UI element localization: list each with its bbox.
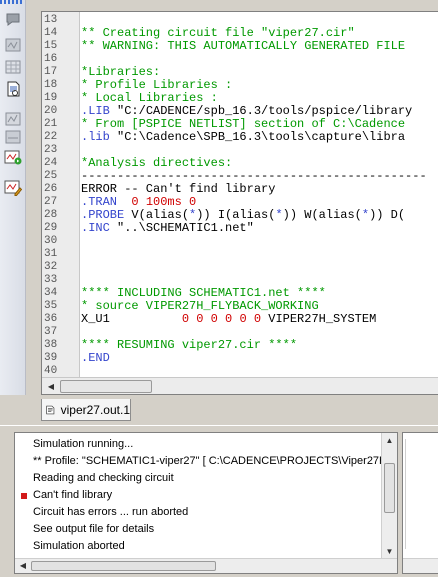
sim-message[interactable]: ** Profile: "SCHEMATIC1-viper27" [ C:\CA…	[15, 453, 387, 470]
sim-message[interactable]: See output file for details	[15, 521, 383, 538]
sim-message-text: Simulation aborted	[33, 540, 125, 552]
pane-splitter[interactable]	[0, 425, 438, 432]
error-marker-icon	[21, 493, 27, 499]
line-number: 32	[44, 261, 58, 273]
simulation-message-list: Simulation running... ** Profile: "SCHEMA…	[15, 436, 387, 555]
code-text: X_U1 0 0 0 0 0 0 VIPER27H_SYSTEM	[81, 312, 377, 326]
grid-panel-icon[interactable]	[2, 56, 24, 78]
line-number: 30	[44, 235, 58, 247]
scroll-up-icon[interactable]: ▲	[385, 436, 394, 445]
line-number: 13	[44, 14, 58, 26]
line-number: 34	[44, 287, 58, 299]
editor-horizontal-scrollbar[interactable]: ◀	[42, 377, 438, 394]
waveform-panel-icon[interactable]	[2, 34, 24, 56]
code-text: .END	[81, 351, 110, 365]
netlist-editor[interactable]: 13 14 ** Creating circuit file "viper27.ci…	[41, 11, 438, 395]
watch-pane-scrollbar[interactable]	[403, 558, 438, 573]
code-line: 39 .END	[42, 352, 438, 365]
toolstrip-grip	[0, 0, 22, 4]
sim-vscroll-thumb[interactable]	[384, 463, 395, 513]
run-simulation-icon[interactable]	[2, 146, 24, 168]
line-number: 27	[44, 196, 58, 208]
waveform-panel-icon[interactable]	[2, 126, 24, 148]
line-number: 18	[44, 79, 58, 91]
chat-bubble-icon[interactable]	[2, 8, 24, 30]
code-line: 30	[42, 235, 438, 248]
sim-message-text: Can't find library	[33, 489, 113, 501]
line-number: 19	[44, 92, 58, 104]
line-number: 20	[44, 105, 58, 117]
line-number: 21	[44, 118, 58, 130]
sim-message-text: Reading and checking circuit	[33, 472, 174, 484]
line-number: 16	[44, 53, 58, 65]
line-number: 37	[44, 326, 58, 338]
line-number: 36	[44, 313, 58, 325]
sim-message-text: ** Profile: "SCHEMATIC1-viper27" [ C:\CA…	[33, 455, 387, 467]
line-number: 38	[44, 339, 58, 351]
line-number: 14	[44, 27, 58, 39]
code-text: .INC "..\SCHEMATIC1.net"	[81, 221, 254, 235]
sim-vertical-scrollbar[interactable]: ▲ ▼	[381, 433, 397, 559]
line-number: 39	[44, 352, 58, 364]
code-line: 29 .INC "..\SCHEMATIC1.net"	[42, 222, 438, 235]
tab-viper27-out[interactable]: viper27.out.1	[41, 399, 131, 421]
code-line: 15 ** WARNING: THIS AUTOMATICALLY GENERAT…	[42, 40, 438, 53]
scroll-left-icon[interactable]: ◀	[45, 381, 57, 392]
sim-message-text: Circuit has errors ... run aborted	[33, 506, 189, 518]
simulation-output-pane: Simulation running... ** Profile: "SCHEMA…	[14, 432, 398, 574]
sim-message[interactable]: Circuit has errors ... run aborted	[15, 504, 383, 521]
code-lines: 13 14 ** Creating circuit file "viper27.ci…	[42, 14, 438, 378]
code-line: 22 .lib "C:\Cadence\SPB_16.3\tools\captur…	[42, 131, 438, 144]
line-number: 35	[44, 300, 58, 312]
code-text: **** RESUMING viper27.cir ****	[81, 338, 298, 352]
line-number: 33	[44, 274, 58, 286]
code-text: ** WARNING: THIS AUTOMATICALLY GENERATED…	[81, 39, 406, 53]
line-number: 17	[44, 66, 58, 78]
line-number: 15	[44, 40, 58, 52]
line-number: 31	[44, 248, 58, 260]
code-line: 36 X_U1 0 0 0 0 0 0 VIPER27H_SYSTEM	[42, 313, 438, 326]
line-number: 28	[44, 209, 58, 221]
document-icon	[46, 405, 55, 414]
line-number: 26	[44, 183, 58, 195]
line-number: 23	[44, 144, 58, 156]
sim-message-text: Simulation running...	[33, 438, 134, 450]
tab-label: viper27.out.1	[60, 402, 130, 417]
line-number: 24	[44, 157, 58, 169]
line-number: 25	[44, 170, 58, 182]
code-line: 31	[42, 248, 438, 261]
editor-scroll-thumb[interactable]	[60, 380, 152, 393]
sim-horizontal-scrollbar[interactable]: ◀	[15, 558, 397, 573]
line-number: 22	[44, 131, 58, 143]
code-line: 32	[42, 261, 438, 274]
sim-message[interactable]: Reading and checking circuit	[15, 470, 383, 487]
scroll-left-icon[interactable]: ◀	[18, 561, 28, 571]
sim-message-text: See output file for details	[33, 523, 155, 535]
watch-pane	[402, 432, 438, 574]
watch-pane-divider	[405, 439, 413, 549]
document-tab-bar: viper27.out.1	[0, 395, 438, 425]
sim-message[interactable]: Can't find library	[15, 487, 383, 504]
sim-message[interactable]: Simulation running...	[15, 436, 383, 453]
edit-profile-icon[interactable]	[2, 176, 24, 198]
output-file-icon[interactable]	[2, 78, 24, 100]
tool-strip	[0, 0, 26, 420]
line-number: 29	[44, 222, 58, 234]
scroll-down-icon[interactable]: ▼	[385, 547, 394, 556]
code-text: .lib "C:\Cadence\SPB_16.3\tools\capture\…	[81, 130, 406, 144]
sim-message[interactable]: Simulation aborted	[15, 538, 383, 555]
sim-hscroll-thumb[interactable]	[31, 561, 216, 571]
